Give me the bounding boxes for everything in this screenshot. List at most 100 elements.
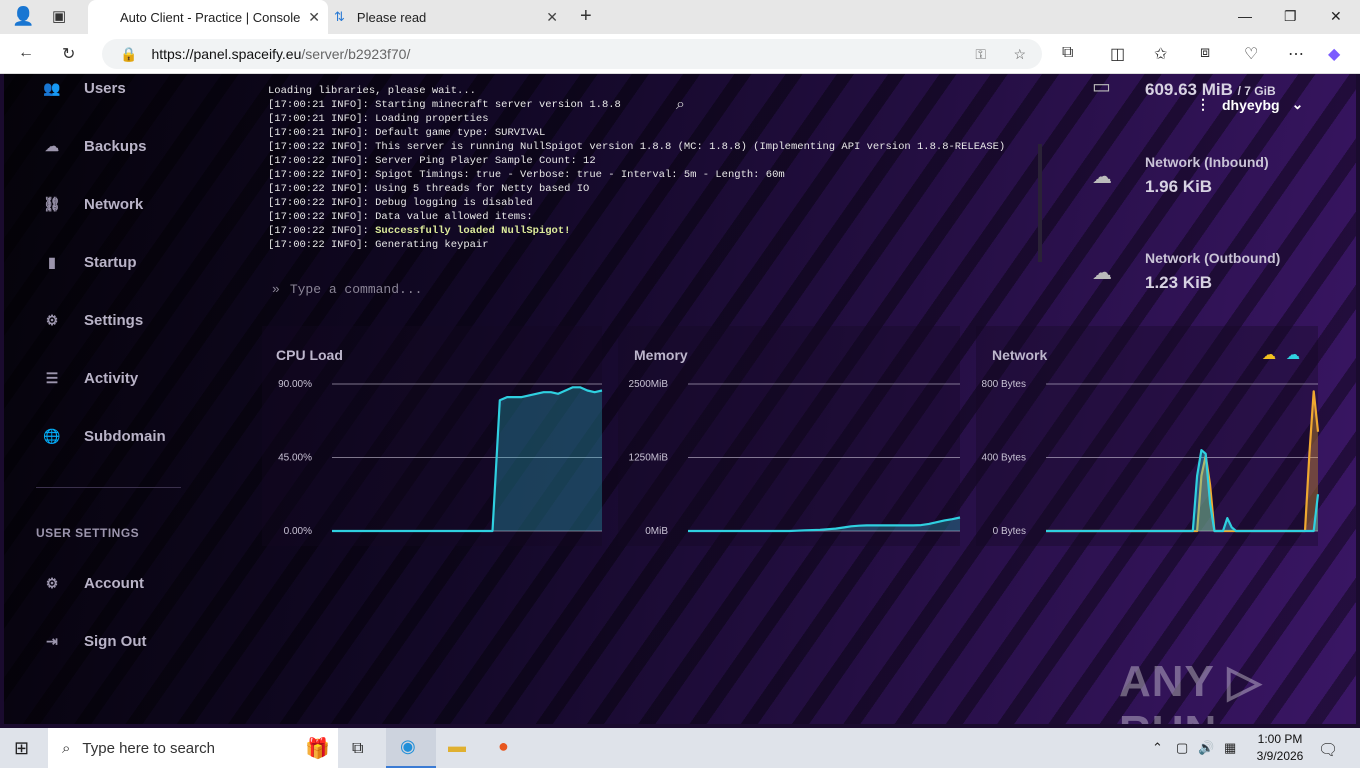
network-chart: 800 Bytes 400 Bytes 0 Bytes (982, 379, 1320, 537)
y-tick-label: 0 Bytes (993, 526, 1026, 537)
close-window-button[interactable]: ✕ (1330, 8, 1342, 25)
sidebar-item-users[interactable]: 👥 Users (42, 76, 125, 100)
favorite-star-icon[interactable]: ☆ (1013, 46, 1026, 63)
console-line-message: Successfully loaded NullSpigot! (375, 225, 571, 237)
file-explorer-icon[interactable]: ▬ (448, 736, 466, 757)
gift-icon: 🎁 (305, 737, 330, 760)
sidebar-divider (36, 487, 181, 488)
browser-essentials-icon[interactable]: ♡ (1244, 44, 1258, 64)
y-tick-label: 1250MiB (629, 453, 669, 464)
sidebar-item-activity[interactable]: ☰ Activity (42, 366, 138, 390)
user-menu[interactable]: ⋮ dhyeybg ⌄ (1196, 96, 1303, 113)
sidebar-item-label: Backups (84, 137, 147, 155)
console-line: [17:00:22 INFO]: Generating keypair (268, 239, 489, 251)
minimize-button[interactable]: — (1238, 8, 1252, 24)
cloud-upload-icon: ☁ (1092, 262, 1112, 284)
series-area-fill (332, 387, 602, 531)
upload-icon[interactable]: ☁ (1262, 346, 1276, 363)
close-tab-icon[interactable]: ✕ (308, 9, 320, 26)
tab-console[interactable]: Auto Client - Practice | Console ✕ (88, 0, 328, 34)
address-bar-row: ← ↻ 🔒 https://panel.spaceify.eu/server/b… (0, 34, 1360, 74)
network-icon: ⛓ (43, 195, 61, 212)
sidebar-item-label: Network (84, 195, 144, 213)
console-line: [17:00:22 INFO]: Spigot Timings: true - … (268, 169, 785, 181)
task-view-icon[interactable]: ⧉ (352, 740, 363, 758)
download-icon[interactable]: ☁ (1286, 346, 1300, 363)
copilot-icon[interactable]: ◆ (1328, 44, 1340, 64)
search-icon[interactable]: ⌕ (676, 96, 685, 114)
console-line: [17:00:21 INFO]: Loading properties (268, 113, 489, 125)
cpu-chart-title: CPU Load (276, 347, 343, 363)
memory-chart: 2500MiB 1250MiB 0MiB (629, 379, 961, 537)
firefox-icon[interactable]: ● (498, 736, 509, 757)
taskbar-search[interactable]: ⌕ Type here to search 🎁 (48, 728, 338, 768)
y-tick-label: 800 Bytes (982, 379, 1026, 390)
tab-please-read[interactable]: ⇅ Please read ✕ (330, 0, 566, 34)
favorites-icon[interactable]: ✩ (1154, 44, 1167, 64)
sidebar-item-backups[interactable]: ☁ Backups (42, 134, 147, 158)
notifications-icon[interactable]: 🗨 (1318, 740, 1338, 760)
ime-icon[interactable]: ▦ (1224, 740, 1236, 756)
browser-tab-bar: 👤 ▣ Auto Client - Practice | Console ✕ ⇅… (0, 0, 1360, 34)
sidebar-item-settings[interactable]: ⚙ Settings (42, 308, 143, 332)
series-line (1046, 448, 1320, 533)
sort-arrows-icon: ⇅ (334, 9, 345, 24)
collections-icon[interactable]: ⧈ (1200, 44, 1210, 62)
sidebar-item-label: Sign Out (84, 632, 147, 650)
extensions-icon[interactable]: ⧉ (1062, 44, 1073, 62)
tab-actions-icon[interactable]: ▣ (52, 7, 66, 25)
edge-taskbar-button[interactable]: ◉ (386, 728, 436, 768)
console-line: [17:00:22 INFO]: Successfully loaded Nul… (268, 224, 1048, 238)
sidebar-item-subdomain[interactable]: 🌐 Subdomain (42, 424, 166, 448)
cloud-icon: ☁ (45, 137, 59, 154)
sidebar-item-label: Startup (84, 253, 137, 271)
sidebar-item-label: Settings (84, 311, 144, 329)
console-output: Loading libraries, please wait... [17:00:… (268, 84, 1048, 252)
gears-icon: ⚙ (45, 311, 59, 328)
windows-start-icon[interactable]: ⊞ (14, 738, 29, 759)
key-icon[interactable]: ⚿ (975, 46, 986, 63)
sidebar-item-sign-out[interactable]: ⇥ Sign Out (42, 629, 147, 653)
y-tick-label: 400 Bytes (982, 453, 1026, 464)
username: dhyeybg (1222, 96, 1280, 113)
volume-icon[interactable]: 🔊 (1198, 740, 1214, 756)
restore-button[interactable]: ❐ (1284, 8, 1297, 25)
edge-icon: ◉ (400, 736, 416, 756)
url-field[interactable]: 🔒 https://panel.spaceify.eu/server/b2923… (102, 39, 1042, 69)
console-line: [17:00:22 INFO]: Server Ping Player Samp… (268, 155, 596, 167)
close-tab-icon[interactable]: ✕ (546, 9, 558, 26)
console-line: [17:00:21 INFO]: Default game type: SURV… (268, 127, 546, 139)
console-line: Loading libraries, please wait... (268, 85, 476, 97)
y-tick-label: 90.00% (278, 379, 312, 390)
y-tick-label: 0.00% (284, 526, 312, 537)
command-input[interactable]: » Type a command... (272, 282, 422, 297)
tab-title: Auto Client - Practice | Console (120, 9, 301, 25)
chevron-up-icon[interactable]: ⌃ (1152, 740, 1163, 756)
user-settings-heading: USER SETTINGS (36, 526, 140, 540)
url-path: /server/b2923f70/ (301, 46, 411, 62)
series-area-fill (1046, 450, 1318, 531)
more-menu-icon[interactable]: ⋯ (1288, 44, 1304, 64)
clock-date: 3/9/2026 (1256, 749, 1304, 763)
hard-drive-icon: ▭ (1092, 76, 1111, 98)
windows-taskbar: ⊞ ⌕ Type here to search 🎁 ⧉ ◉ ▬ ● ⌃ ▢ 🔊 … (0, 728, 1360, 768)
console-line: [17:00:22 INFO]: Using 5 threads for Net… (268, 183, 590, 195)
anyrun-watermark: ANY ▷ RUN (1119, 657, 1263, 724)
lock-icon: 🔒 (120, 45, 138, 62)
taskbar-clock[interactable]: 1:00 PM 3/9/2026 (1250, 731, 1310, 765)
sidebar-item-startup[interactable]: ▮ Startup (42, 250, 137, 274)
split-screen-icon[interactable]: ◫ (1110, 44, 1125, 64)
refresh-icon[interactable]: ↻ (62, 44, 75, 64)
sidebar-item-label: Subdomain (84, 427, 166, 445)
new-tab-button[interactable]: + (580, 5, 592, 28)
console-scrollbar[interactable] (1038, 144, 1042, 262)
back-icon[interactable]: ← (18, 44, 34, 62)
cloud-download-icon: ☁ (1092, 166, 1112, 188)
network-tray-icon[interactable]: ▢ (1176, 740, 1188, 756)
sidebar-item-network[interactable]: ⛓ Network (42, 192, 143, 216)
chevron-right-icon: » (272, 282, 280, 297)
profile-icon[interactable]: 👤 (12, 6, 34, 27)
y-tick-label: 0MiB (645, 526, 668, 537)
sidebar-item-account[interactable]: ⚙ Account (42, 571, 144, 595)
y-tick-label: 45.00% (278, 453, 312, 464)
